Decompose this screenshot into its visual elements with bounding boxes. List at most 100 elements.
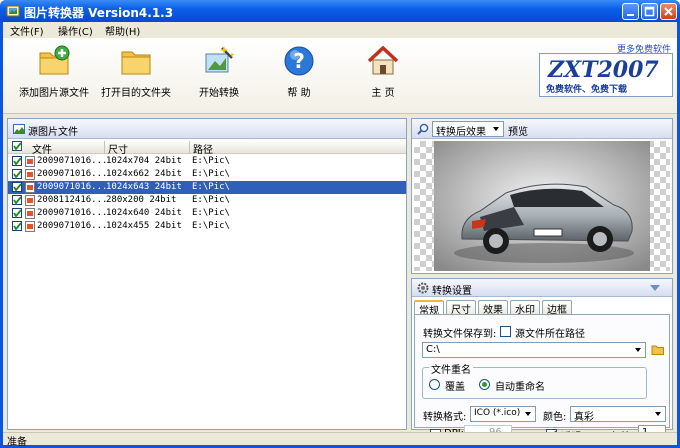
minimize-button[interactable] — [622, 3, 639, 20]
column-size[interactable]: 尺寸 — [108, 141, 128, 156]
start-convert-label: 开始转换 — [199, 88, 239, 99]
menu-operate[interactable]: 操作(C) — [58, 23, 93, 38]
maximize-button[interactable] — [641, 3, 658, 20]
convert-settings-panel: 转换设置 常规 尺寸 效果 水印 边框 转换文件保存到: 源文件所在路径 C:\ — [411, 278, 673, 443]
image-file-icon — [25, 208, 35, 219]
table-row[interactable]: 2009071016... 1024x643 24bit E:\Pic\ — [8, 181, 406, 194]
menu-bar: 文件(F) 操作(C) 帮助(H) — [3, 22, 677, 38]
preview-panel: 转换后效果 预览 — [411, 118, 673, 274]
source-files-panel: 源图片文件 文件 尺寸 路径 2009071016... 1024x704 24b… — [7, 118, 407, 430]
row-checkbox[interactable] — [12, 195, 22, 205]
file-name: 2009071016... — [37, 182, 108, 192]
row-checkbox[interactable] — [12, 208, 22, 218]
logo-slogan: 免费软件、免费下载 — [546, 85, 628, 95]
auto-rename-label: 自动重命名 — [495, 382, 545, 393]
status-bar: 准备 — [3, 432, 677, 448]
rename-group-label: 文件重名 — [429, 361, 473, 376]
tab-effect[interactable]: 效果 — [478, 300, 508, 316]
image-file-icon — [25, 182, 35, 193]
table-row[interactable]: 2008112416... 280x200 24bit E:\Pic\ — [8, 194, 406, 207]
color-value: 真彩 — [574, 412, 594, 423]
status-text: 准备 — [7, 437, 27, 448]
file-name: 2009071016... — [37, 208, 108, 218]
auto-rename-radio[interactable] — [479, 379, 490, 390]
add-source-label: 添加图片源文件 — [19, 88, 89, 99]
preview-mode-select[interactable]: 转换后效果 — [432, 121, 504, 138]
collapse-chevron-icon[interactable] — [648, 283, 662, 293]
toolbar: 添加图片源文件 打开目的文件夹 开始转换 ? 帮 助 主 页 更多免费软件 ZX… — [3, 38, 677, 114]
general-tab-content: 转换文件保存到: 源文件所在路径 C:\ 文件重名 覆盖 自动重命名 转换格式:… — [414, 314, 670, 428]
tab-size[interactable]: 尺寸 — [446, 300, 476, 316]
home-button[interactable]: 主 页 — [363, 44, 403, 108]
file-list: 2009071016... 1024x704 24bit E:\Pic\ 200907… — [8, 155, 406, 233]
save-to-label: 转换文件保存到: — [423, 329, 497, 340]
rename-group: 文件重名 覆盖 自动重命名 — [422, 361, 647, 399]
add-source-button[interactable]: 添加图片源文件 — [13, 44, 95, 108]
zxt-logo[interactable]: ZXT2007 免费软件、免费下载 — [539, 53, 673, 97]
checkmark-icon — [13, 209, 22, 218]
chevron-down-icon — [493, 127, 499, 131]
zoom-icon[interactable] — [417, 123, 429, 135]
source-path-label: 源文件所在路径 — [515, 329, 585, 340]
svg-text:?: ? — [293, 49, 305, 73]
title-bar[interactable]: 图片转换器 Version4.1.3 — [0, 0, 680, 22]
car-photo — [434, 141, 650, 271]
source-files-title: 源图片文件 — [28, 127, 78, 138]
overwrite-radio[interactable] — [429, 379, 440, 390]
close-icon — [664, 7, 673, 16]
file-size: 1024x640 24bit — [106, 208, 182, 218]
table-row[interactable]: 2009071016... 1024x662 24bit E:\Pic\ — [8, 168, 406, 181]
checkmark-icon — [13, 183, 22, 192]
file-path: E:\Pic\ — [192, 182, 230, 192]
table-row[interactable]: 2009071016... 1024x455 24bit E:\Pic\ — [8, 220, 406, 233]
tab-watermark[interactable]: 水印 — [510, 300, 540, 316]
menu-help[interactable]: 帮助(H) — [105, 23, 140, 38]
column-path[interactable]: 路径 — [193, 141, 213, 156]
picture-icon — [13, 124, 25, 134]
close-button[interactable] — [660, 3, 677, 20]
help-button[interactable]: ? 帮 助 — [279, 44, 319, 108]
color-select[interactable]: 真彩 — [570, 406, 666, 423]
chevron-down-icon — [635, 348, 641, 352]
chevron-down-icon — [525, 412, 531, 416]
save-path-select[interactable]: C:\ — [422, 342, 646, 358]
row-checkbox[interactable] — [12, 169, 22, 179]
color-label: 颜色: — [543, 412, 567, 423]
open-target-folder-button[interactable]: 打开目的文件夹 — [95, 44, 177, 108]
column-separator[interactable] — [104, 141, 105, 153]
image-file-icon — [25, 156, 35, 167]
source-path-checkbox[interactable] — [500, 326, 511, 337]
checkmark-icon — [13, 142, 22, 151]
tab-border[interactable]: 边框 — [542, 300, 572, 316]
column-separator[interactable] — [189, 141, 190, 153]
file-size: 1024x643 24bit — [106, 182, 182, 192]
format-select[interactable]: ICO (*.ico) — [470, 406, 536, 422]
row-checkbox[interactable] — [12, 182, 22, 192]
browse-folder-icon[interactable] — [651, 343, 665, 356]
gear-icon — [417, 282, 429, 294]
row-checkbox[interactable] — [12, 156, 22, 166]
row-checkbox[interactable] — [12, 221, 22, 231]
file-size: 1024x704 24bit — [106, 156, 182, 166]
format-label: 转换格式: — [423, 412, 467, 423]
column-file[interactable]: 文件 — [32, 141, 52, 156]
add-folder-icon — [39, 45, 70, 75]
select-all-checkbox[interactable] — [12, 141, 22, 151]
checkmark-icon — [13, 170, 22, 179]
table-row[interactable]: 2009071016... 1024x704 24bit E:\Pic\ — [8, 155, 406, 168]
chevron-down-icon — [655, 412, 661, 416]
save-path-value: C:\ — [426, 344, 440, 355]
folder-icon — [121, 51, 151, 75]
convert-settings-header[interactable]: 转换设置 — [412, 279, 672, 297]
image-file-icon — [25, 221, 35, 232]
checkmark-icon — [13, 196, 22, 205]
table-row[interactable]: 2009071016... 1024x640 24bit E:\Pic\ — [8, 207, 406, 220]
start-convert-button[interactable]: 开始转换 — [189, 44, 249, 108]
logo-title: ZXT2007 — [548, 57, 659, 83]
app-window: 图片转换器 Version4.1.3 文件(F) 操作(C) 帮助(H) 添加图… — [0, 0, 680, 448]
tab-general[interactable]: 常规 — [414, 300, 444, 317]
file-table-header: 文件 尺寸 路径 — [8, 140, 406, 156]
menu-file[interactable]: 文件(F) — [10, 23, 44, 38]
file-name: 2009071016... — [37, 221, 108, 231]
file-name: 2009071016... — [37, 156, 108, 166]
